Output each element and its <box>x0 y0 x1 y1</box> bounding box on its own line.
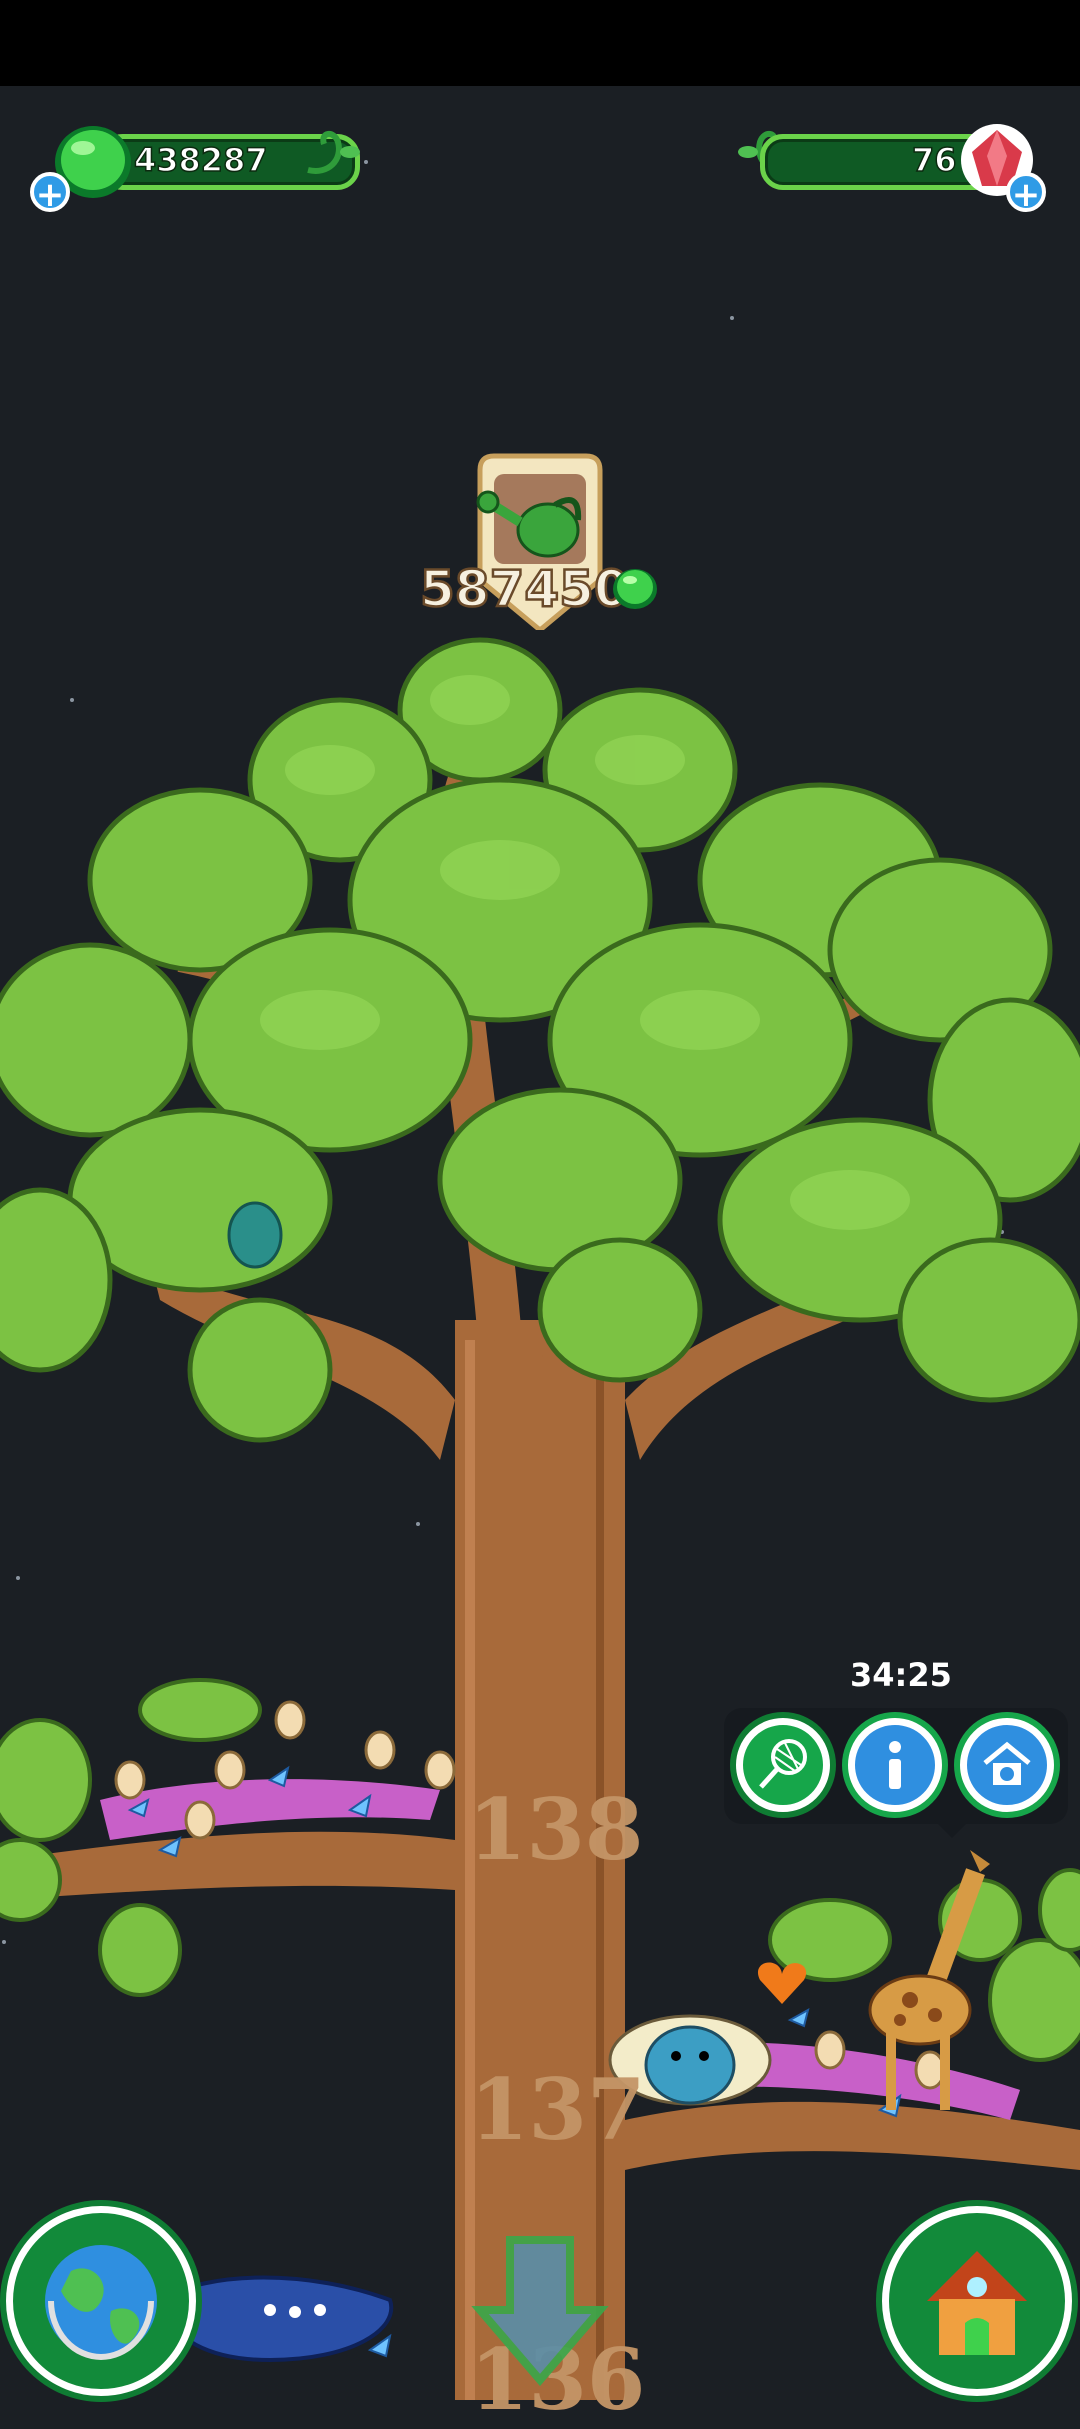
habitat-icon <box>983 1741 1031 1785</box>
status-bar <box>0 0 1080 86</box>
hidden-creature[interactable] <box>227 1201 283 1269</box>
vine-ornament-icon <box>307 131 360 174</box>
add-greenies-button[interactable]: + <box>30 172 70 214</box>
greenies-currency[interactable]: 438287 + <box>30 120 360 220</box>
habitat-button[interactable] <box>960 1718 1054 1812</box>
add-gems-button[interactable]: + <box>1006 172 1046 214</box>
heart-icon <box>757 1962 807 2004</box>
info-button[interactable] <box>848 1718 942 1812</box>
watering-can-marker[interactable]: 587450 <box>419 450 670 630</box>
habitat-popup <box>724 1708 1068 1838</box>
catch-net-button[interactable] <box>736 1718 830 1812</box>
watering-cost: 587450 <box>419 559 630 620</box>
info-icon <box>889 1741 901 1789</box>
popup-pointer <box>934 1820 970 1838</box>
branch-level-number: 137 <box>470 2060 646 2159</box>
greenies-count: 438287 <box>133 140 268 180</box>
gems-count: 76 <box>911 140 957 180</box>
greenie-icon <box>613 569 657 609</box>
tree-canopy <box>0 620 1080 1520</box>
habitat-timer: 34:25 <box>850 1656 952 1694</box>
globe-icon <box>45 2245 157 2360</box>
branch-137-habitat[interactable] <box>600 1850 1080 2150</box>
house-icon <box>927 2251 1027 2355</box>
branch-136-habitat[interactable] <box>150 2230 450 2400</box>
branch-138-habitat[interactable]: 138 <box>0 1670 643 2000</box>
scroll-down-button[interactable] <box>470 2230 610 2400</box>
net-icon <box>759 1739 807 1789</box>
home-button[interactable] <box>882 2206 1072 2396</box>
star <box>730 316 734 320</box>
world-map-button[interactable] <box>6 2206 196 2396</box>
scroll-down-arrow-icon <box>471 2236 609 2387</box>
gems-currency[interactable]: 76 + <box>730 120 1060 220</box>
